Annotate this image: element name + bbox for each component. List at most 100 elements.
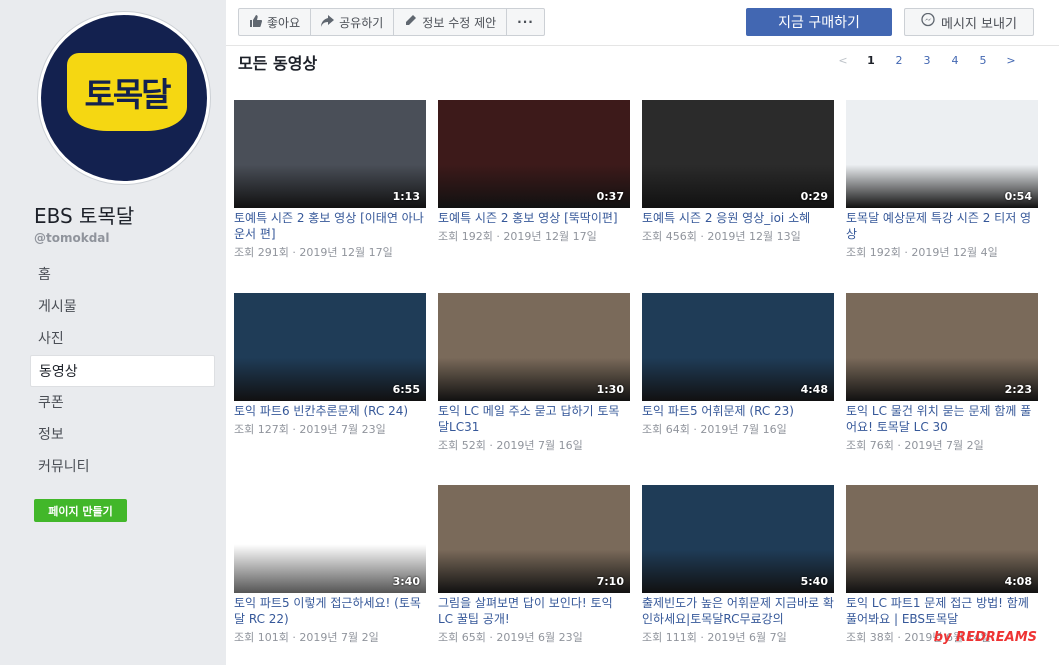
send-message-label: 메시지 보내기 [941, 16, 1017, 32]
video-title[interactable]: 토예특 시즌 2 응원 영상_ioi 소혜 [642, 210, 834, 226]
send-message-button[interactable]: 메시지 보내기 [904, 8, 1034, 36]
buy-now-button[interactable]: 지금 구매하기 [746, 8, 892, 36]
video-title[interactable]: 토예특 시즌 2 홍보 영상 [이태연 아나운서 편] [234, 210, 426, 242]
video-meta: 조회 291회 · 2019년 12월 17일 [234, 246, 393, 259]
video-meta: 조회 101회 · 2019년 7월 2일 [234, 631, 379, 644]
nav-item-videos[interactable]: 동영상 [30, 355, 215, 387]
nav-item-photos[interactable]: 사진 [30, 323, 215, 355]
page-toolbar: 좋아요 공유하기 정보 수정 제안 ··· 지금 구매하기 메시지 보내기 [226, 0, 1059, 46]
nav-item-posts[interactable]: 게시물 [30, 291, 215, 323]
page-4-button[interactable]: 4 [941, 54, 969, 67]
tomokdal-logo: 토목달 [67, 53, 187, 131]
video-thumbnail[interactable]: 4:08 [846, 485, 1038, 593]
main-content: 좋아요 공유하기 정보 수정 제안 ··· 지금 구매하기 메시지 보내기 모든… [226, 0, 1059, 665]
video-title[interactable]: 토예특 시즌 2 홍보 영상 [뚝딱이편] [438, 210, 630, 226]
video-title[interactable]: 그림을 살펴보면 답이 보인다! 토익 LC 꿀팁 공개! [438, 595, 630, 627]
pencil-icon [404, 14, 417, 30]
left-column: 토목달 EBS 토목달 @tomokdal 홈 게시물 사진 동영상 쿠폰 정보… [0, 0, 226, 665]
video-card[interactable]: 1:30 토익 LC 메일 주소 묻고 답하기 토목달LC31 조회 52회 ·… [438, 293, 630, 473]
messenger-icon [921, 12, 935, 31]
video-title[interactable]: 토목달 예상문제 특강 시즌 2 티저 영상 [846, 210, 1038, 242]
video-title[interactable]: 토익 파트5 어휘문제 (RC 23) [642, 403, 834, 419]
video-thumbnail[interactable]: 1:30 [438, 293, 630, 401]
action-button-group: 좋아요 공유하기 정보 수정 제안 ··· [238, 8, 545, 36]
video-duration: 2:23 [1004, 383, 1032, 396]
page-nav: 홈 게시물 사진 동영상 쿠폰 정보 커뮤니티 [30, 259, 215, 483]
video-meta: 조회 192회 · 2019년 12월 17일 [438, 230, 597, 243]
video-card[interactable]: 0:37 토예특 시즌 2 홍보 영상 [뚝딱이편] 조회 192회 · 201… [438, 100, 630, 280]
next-page-button[interactable]: > [997, 54, 1025, 67]
more-options-button[interactable]: ··· [507, 9, 544, 35]
video-duration: 4:48 [800, 383, 828, 396]
video-thumbnail[interactable]: 2:23 [846, 293, 1038, 401]
page-avatar[interactable]: 토목달 [38, 12, 210, 184]
video-card[interactable]: 4:48 토익 파트5 어휘문제 (RC 23) 조회 64회 · 2019년 … [642, 293, 834, 473]
video-meta: 조회 456회 · 2019년 12월 13일 [642, 230, 801, 243]
video-meta: 조회 64회 · 2019년 7월 16일 [642, 423, 787, 436]
pagination: < 1 2 3 4 5 > [829, 54, 1025, 67]
video-duration: 3:40 [392, 575, 420, 588]
video-thumbnail[interactable]: 1:13 [234, 100, 426, 208]
video-thumbnail[interactable]: 3:40 [234, 485, 426, 593]
thumbs-up-icon [249, 14, 263, 30]
video-duration: 7:10 [596, 575, 624, 588]
video-card[interactable]: 6:55 토익 파트6 빈칸추론문제 (RC 24) 조회 127회 · 201… [234, 293, 426, 473]
video-card[interactable]: 5:40 출제빈도가 높은 어휘문제 지금바로 확인하세요|토목달RC무료강의 … [642, 485, 834, 665]
nav-item-home[interactable]: 홈 [30, 259, 215, 291]
video-title[interactable]: 토익 LC 메일 주소 묻고 답하기 토목달LC31 [438, 403, 630, 435]
video-thumbnail[interactable]: 7:10 [438, 485, 630, 593]
share-arrow-icon [321, 14, 335, 30]
like-label: 좋아요 [267, 15, 301, 30]
video-meta: 조회 76회 · 2019년 7월 2일 [846, 439, 984, 452]
video-duration: 0:54 [1004, 190, 1032, 203]
video-thumbnail[interactable]: 0:37 [438, 100, 630, 208]
video-thumbnail[interactable]: 6:55 [234, 293, 426, 401]
video-card[interactable]: 0:29 토예특 시즌 2 응원 영상_ioi 소혜 조회 456회 · 201… [642, 100, 834, 280]
video-thumbnail[interactable]: 0:29 [642, 100, 834, 208]
video-title[interactable]: 토익 LC 물건 위치 묻는 문제 함께 풀어요! 토목달 LC 30 [846, 403, 1038, 435]
watermark: by REDREAMS [933, 630, 1037, 645]
nav-item-coupons[interactable]: 쿠폰 [30, 387, 215, 419]
video-title[interactable]: 토익 파트5 이렇게 접근하세요! (토목달 RC 22) [234, 595, 426, 627]
video-card[interactable]: 3:40 토익 파트5 이렇게 접근하세요! (토목달 RC 22) 조회 10… [234, 485, 426, 665]
video-duration: 0:37 [596, 190, 624, 203]
video-thumbnail[interactable]: 0:54 [846, 100, 1038, 208]
video-title[interactable]: 토익 파트6 빈칸추론문제 (RC 24) [234, 403, 426, 419]
prev-page-button[interactable]: < [829, 54, 857, 67]
share-button[interactable]: 공유하기 [311, 9, 395, 35]
video-duration: 5:40 [800, 575, 828, 588]
suggest-edit-button[interactable]: 정보 수정 제안 [394, 9, 508, 35]
video-duration: 1:30 [596, 383, 624, 396]
video-duration: 1:13 [392, 190, 420, 203]
page-1-button[interactable]: 1 [857, 54, 885, 67]
video-meta: 조회 111회 · 2019년 6월 7일 [642, 631, 787, 644]
video-card[interactable]: 7:10 그림을 살펴보면 답이 보인다! 토익 LC 꿀팁 공개! 조회 65… [438, 485, 630, 665]
section-title: 모든 동영상 [238, 54, 318, 73]
create-page-button[interactable]: 페이지 만들기 [34, 499, 127, 522]
video-title[interactable]: 토익 LC 파트1 문제 접근 방법! 함께 풀어봐요 | EBS토목달 [846, 595, 1038, 627]
suggest-edit-label: 정보 수정 제안 [422, 15, 497, 30]
more-icon: ··· [517, 15, 534, 29]
video-thumbnail[interactable]: 5:40 [642, 485, 834, 593]
page-5-button[interactable]: 5 [969, 54, 997, 67]
video-duration: 4:08 [1004, 575, 1032, 588]
page-handle[interactable]: @tomokdal [34, 231, 110, 245]
video-meta: 조회 65회 · 2019년 6월 23일 [438, 631, 583, 644]
video-title[interactable]: 출제빈도가 높은 어휘문제 지금바로 확인하세요|토목달RC무료강의 [642, 595, 834, 627]
page-3-button[interactable]: 3 [913, 54, 941, 67]
page-name[interactable]: EBS 토목달 [34, 200, 134, 229]
nav-item-about[interactable]: 정보 [30, 419, 215, 451]
video-duration: 0:29 [800, 190, 828, 203]
video-card[interactable]: 2:23 토익 LC 물건 위치 묻는 문제 함께 풀어요! 토목달 LC 30… [846, 293, 1038, 473]
page-2-button[interactable]: 2 [885, 54, 913, 67]
share-label: 공유하기 [339, 15, 384, 30]
video-meta: 조회 192회 · 2019년 12월 4일 [846, 246, 998, 259]
video-meta: 조회 127회 · 2019년 7월 23일 [234, 423, 386, 436]
video-card[interactable]: 0:54 토목달 예상문제 특강 시즌 2 티저 영상 조회 192회 · 20… [846, 100, 1038, 280]
video-meta: 조회 52회 · 2019년 7월 16일 [438, 439, 583, 452]
video-card[interactable]: 1:13 토예특 시즌 2 홍보 영상 [이태연 아나운서 편] 조회 291회… [234, 100, 426, 280]
like-button[interactable]: 좋아요 [239, 9, 312, 35]
video-thumbnail[interactable]: 4:48 [642, 293, 834, 401]
video-duration: 6:55 [392, 383, 420, 396]
nav-item-community[interactable]: 커뮤니티 [30, 451, 215, 483]
